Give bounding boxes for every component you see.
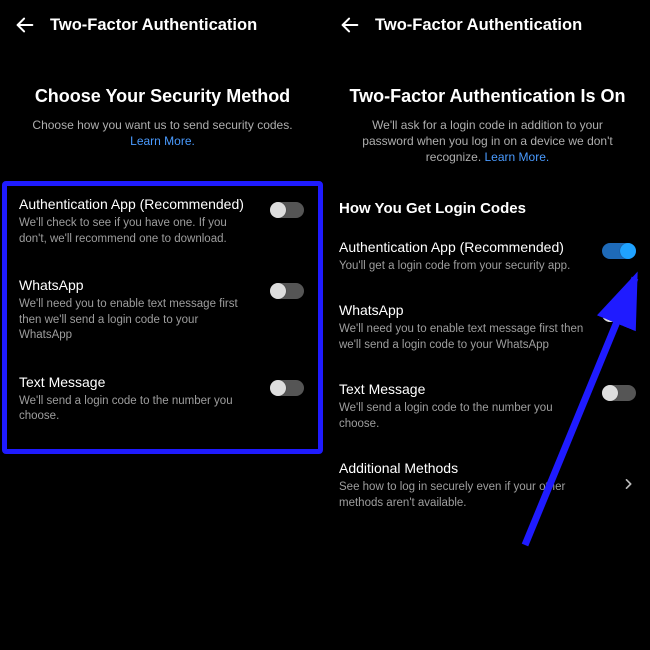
section-subtitle-text: Choose how you want us to send security … [32,118,292,132]
option-subtitle: We'll send a login code to the number yo… [339,401,636,432]
toggle-whatsapp[interactable] [602,306,636,322]
option-subtitle: We'll need you to enable text message fi… [339,322,636,353]
learn-more-link[interactable]: Learn More. [485,150,550,164]
page-title: Two-Factor Authentication [50,16,257,35]
option-auth-app[interactable]: Authentication App (Recommended) You'll … [325,229,650,293]
back-arrow-icon[interactable] [14,14,36,36]
toggle-knob [602,385,618,401]
toggle-knob [270,202,286,218]
section-title: Two-Factor Authentication Is On [325,86,650,107]
toggle-text-message[interactable] [270,380,304,396]
option-title: Authentication App (Recommended) [339,239,636,255]
codes-heading: How You Get Login Codes [325,200,650,217]
option-subtitle: You'll get a login code from your securi… [339,259,636,275]
screen-left: Two-Factor Authentication Choose Your Se… [0,0,325,650]
header: Two-Factor Authentication [325,0,650,50]
option-title: Authentication App (Recommended) [19,196,306,212]
section-subtitle: We'll ask for a login code in addition t… [325,117,650,166]
header: Two-Factor Authentication [0,0,325,50]
toggle-whatsapp[interactable] [270,283,304,299]
section-title: Choose Your Security Method [0,86,325,107]
toggle-knob [620,243,636,259]
highlight-box: Authentication App (Recommended) We'll c… [2,181,323,454]
option-subtitle: We'll send a login code to the number yo… [19,394,306,425]
option-text-message[interactable]: Text Message We'll send a login code to … [7,366,318,447]
toggle-auth-app[interactable] [602,243,636,259]
option-subtitle: We'll check to see if you have one. If y… [19,216,306,247]
options-group: Authentication App (Recommended) You'll … [325,229,650,530]
option-title: Additional Methods [339,460,636,476]
learn-more-link[interactable]: Learn More. [130,134,195,148]
option-additional-methods[interactable]: Additional Methods See how to log in sec… [325,450,650,529]
option-title: Text Message [19,374,306,390]
toggle-auth-app[interactable] [270,202,304,218]
toggle-text-message[interactable] [602,385,636,401]
back-arrow-icon[interactable] [339,14,361,36]
option-subtitle: We'll need you to enable text message fi… [19,297,306,344]
option-title: WhatsApp [19,277,306,293]
option-whatsapp[interactable]: WhatsApp We'll need you to enable text m… [7,269,318,366]
toggle-knob [602,306,618,322]
canvas: Two-Factor Authentication Choose Your Se… [0,0,650,650]
screen-right: Two-Factor Authentication Two-Factor Aut… [325,0,650,650]
chevron-right-icon [624,476,634,486]
page-title: Two-Factor Authentication [375,16,582,35]
option-whatsapp[interactable]: WhatsApp We'll need you to enable text m… [325,292,650,371]
option-auth-app[interactable]: Authentication App (Recommended) We'll c… [7,188,318,269]
option-title: Text Message [339,381,636,397]
toggle-knob [270,283,286,299]
option-subtitle: See how to log in securely even if your … [339,480,636,511]
option-text-message[interactable]: Text Message We'll send a login code to … [325,371,650,450]
section-subtitle: Choose how you want us to send security … [0,117,325,149]
toggle-knob [270,380,286,396]
option-title: WhatsApp [339,302,636,318]
